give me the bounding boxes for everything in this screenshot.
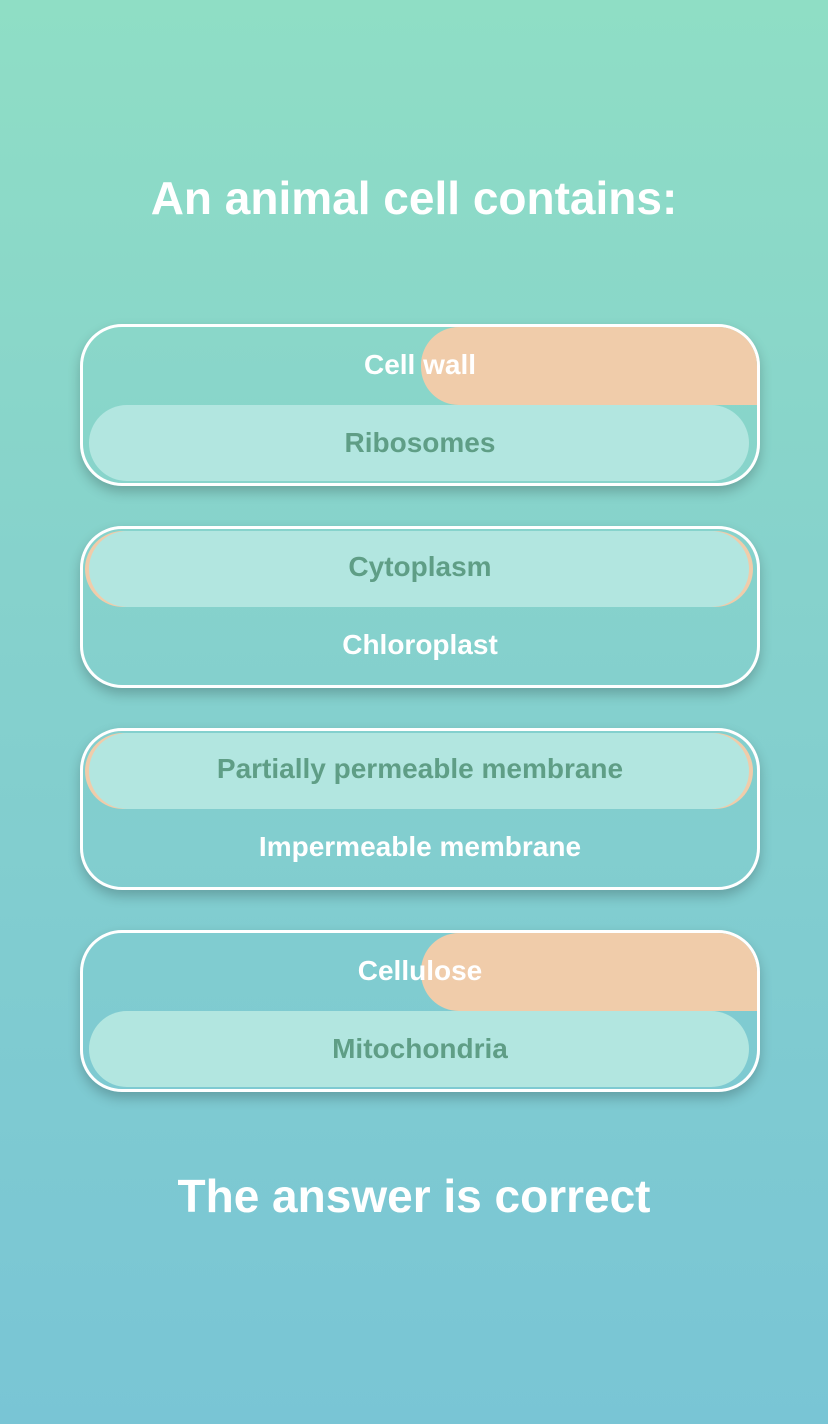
option-cell-wall[interactable]: Cell wall: [83, 327, 757, 403]
answer-pair-2: Cytoplasm Chloroplast: [80, 526, 760, 688]
option-ribosomes[interactable]: Ribosomes: [83, 405, 757, 481]
option-mitochondria[interactable]: Mitochondria: [83, 1011, 757, 1087]
option-label: Chloroplast: [342, 629, 498, 660]
option-cytoplasm[interactable]: Cytoplasm: [83, 529, 757, 605]
option-cellulose[interactable]: Cellulose: [83, 933, 757, 1009]
answer-pair-1: Cell wall Ribosomes: [80, 324, 760, 486]
option-label: Cellulose: [357, 955, 483, 986]
option-label: Ribosomes: [344, 427, 496, 458]
option-impermeable-membrane[interactable]: Impermeable membrane: [83, 809, 757, 885]
option-partially-permeable-membrane[interactable]: Partially permeable membrane: [83, 731, 757, 807]
option-label: Cytoplasm: [348, 551, 492, 582]
answer-pair-3: Partially permeable membrane Impermeable…: [80, 728, 760, 890]
option-label: Cell wall: [363, 349, 477, 380]
answer-pair-4: Cellulose Mitochondria: [80, 930, 760, 1092]
option-label: Mitochondria: [332, 1033, 508, 1064]
option-label: Partially permeable membrane: [216, 753, 624, 784]
option-chloroplast[interactable]: Chloroplast: [83, 607, 757, 683]
question-title: An animal cell contains:: [150, 172, 678, 224]
option-label: Impermeable membrane: [258, 831, 582, 862]
result-message: The answer is correct: [177, 1170, 651, 1222]
